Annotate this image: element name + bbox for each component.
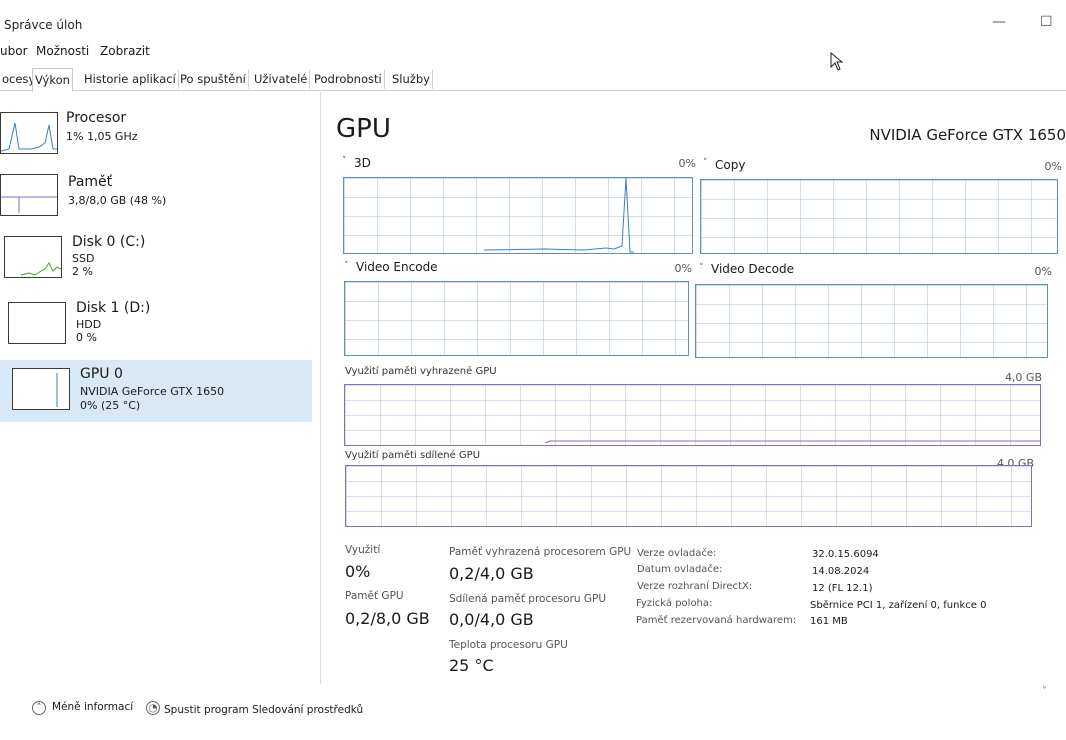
engine-video-encode-label[interactable]: Video Encode [356,260,438,274]
engine-copy-label[interactable]: Copy [715,158,745,172]
engine-copy-graph [700,179,1058,254]
chevron-down-icon[interactable]: ˅ [344,261,349,271]
minimize-button[interactable]: — [992,14,1006,30]
sidebar-item-subtitle: 0% (25 °C) [80,399,141,412]
dedicated-memory-stat-label: Paměť vyhrazená procesorem GPU [449,546,632,558]
dedicated-memory-graph [344,384,1041,446]
resource-monitor-icon: ◔ [146,701,160,715]
open-resource-monitor-link[interactable]: Spustit program Sledování prostředků [164,704,363,716]
driver-version-value: 32.0.15.6094 [812,549,879,560]
gpu-thumbnail-graph [12,368,70,410]
sidebar-item-type: HDD [76,318,102,331]
performance-sidebar: Procesor 1% 1,05 GHz Paměť 3,8/8,0 GB (4… [0,92,318,688]
disk1-thumbnail-graph [8,302,66,344]
page-title: GPU [336,114,391,144]
disk0-thumbnail-graph [4,236,62,278]
sidebar-item-memory[interactable]: Paměť 3,8/8,0 GB (48 %) [0,170,312,228]
gpu-model-name: NVIDIA GeForce GTX 1650 [869,126,1066,144]
footer-bar: ˄ Méně informací ◔ Spustit program Sledo… [0,696,1066,726]
sidebar-item-gpu0[interactable]: GPU 0 NVIDIA GeForce GTX 1650 0% (25 °C) [0,360,312,422]
sidebar-item-type: SSD [72,252,95,265]
driver-date-value: 14.08.2024 [812,566,870,577]
menu-file[interactable]: ubor [0,44,28,58]
utilization-value: 0% [345,562,371,581]
engine-video-decode-graph [695,284,1048,358]
sidebar-item-title: Disk 0 (C:) [72,234,146,250]
mouse-cursor-icon [830,52,844,71]
memory-thumbnail-graph [0,174,58,216]
hardware-reserved-memory-value: 161 MB [810,616,848,627]
pane-divider[interactable] [320,92,321,684]
tab-startup[interactable]: Po spuštění [178,70,249,89]
chevron-down-icon[interactable]: ˅ [342,156,347,166]
tab-performance[interactable]: Výkon [32,68,73,92]
physical-location-value: Sběrnice PCI 1, zařízení 0, funkce 0 [810,600,987,611]
chevron-up-icon[interactable]: ˄ [32,701,46,715]
sidebar-item-title: Paměť [68,174,113,190]
title-bar: Správce úloh — ☐ [0,0,1066,40]
tab-services[interactable]: Služby [390,70,433,89]
gpu-memory-value: 0,2/8,0 GB [345,609,430,628]
engine-3d-label[interactable]: 3D [354,156,371,170]
sidebar-item-title: Procesor [66,110,127,126]
sidebar-item-cpu[interactable]: Procesor 1% 1,05 GHz [0,108,312,166]
engine-video-decode-percent: 0% [1034,265,1052,278]
chevron-down-icon[interactable]: ˅ [703,158,708,168]
maximize-button[interactable]: ☐ [1040,14,1053,30]
shared-memory-graph [345,465,1032,527]
directx-version-value: 12 (FL 12.1) [812,583,873,594]
engine-3d-graph [343,177,693,254]
tab-users[interactable]: Uživatelé [252,70,311,89]
shared-memory-stat-value: 0,0/4,0 GB [449,610,534,629]
sidebar-item-title: GPU 0 [80,366,123,382]
scroll-down-arrow[interactable]: ˅ [1042,686,1047,697]
menu-view[interactable]: Zobrazit [100,44,150,58]
sidebar-item-disk1[interactable]: Disk 1 (D:) HDD 0 % [0,298,312,356]
sidebar-item-subtitle: 1% 1,05 GHz [66,130,138,143]
sidebar-item-subtitle: 3,8/8,0 GB (48 %) [68,194,167,207]
sidebar-item-disk0[interactable]: Disk 0 (C:) SSD 2 % [0,232,312,290]
sidebar-item-subtitle: 0 % [76,331,97,344]
engine-copy-percent: 0% [1044,160,1062,173]
engine-video-encode-percent: 0% [674,262,692,275]
chevron-down-icon[interactable]: ˅ [699,263,704,273]
tab-bar: ocesy Výkon Historie aplikací Po spuštěn… [0,68,1066,92]
engine-video-encode-graph [344,281,689,356]
dedicated-memory-max: 4,0 GB [1004,371,1042,384]
engine-3d-percent: 0% [678,157,696,170]
utilization-label: Využití [345,544,381,556]
gpu-temperature-value: 25 °C [449,656,494,675]
sidebar-item-title: Disk 1 (D:) [76,300,151,316]
menu-options[interactable]: Možnosti [36,44,89,58]
sidebar-item-subtitle: 2 % [72,265,93,278]
engine-video-decode-label[interactable]: Video Decode [711,262,794,276]
hardware-reserved-memory-label: Paměť rezervovaná hardwarem: [636,615,797,626]
dedicated-memory-stat-value: 0,2/4,0 GB [449,564,534,583]
cpu-thumbnail-graph [0,112,58,154]
driver-date-label: Datum ovladače: [637,564,723,575]
physical-location-label: Fyzická poloha: [636,598,713,609]
dedicated-memory-label: Využití paměti vyhrazené GPU [345,366,497,377]
shared-memory-stat-label: Sdílená paměť procesoru GPU [449,593,607,605]
gpu-temperature-label: Teplota procesoru GPU [449,639,568,651]
directx-version-label: Verze rozhraní DirectX: [637,581,753,592]
tab-details[interactable]: Podrobnosti [312,70,385,89]
shared-memory-label: Využití paměti sdílené GPU [345,450,481,461]
window-title: Správce úloh [4,18,83,32]
fewer-details-link[interactable]: Méně informací [52,701,133,713]
tab-app-history[interactable]: Historie aplikací [82,70,179,89]
gpu-memory-label: Paměť GPU [345,590,404,602]
sidebar-item-model: NVIDIA GeForce GTX 1650 [80,385,225,398]
driver-version-label: Verze ovladače: [637,548,717,559]
